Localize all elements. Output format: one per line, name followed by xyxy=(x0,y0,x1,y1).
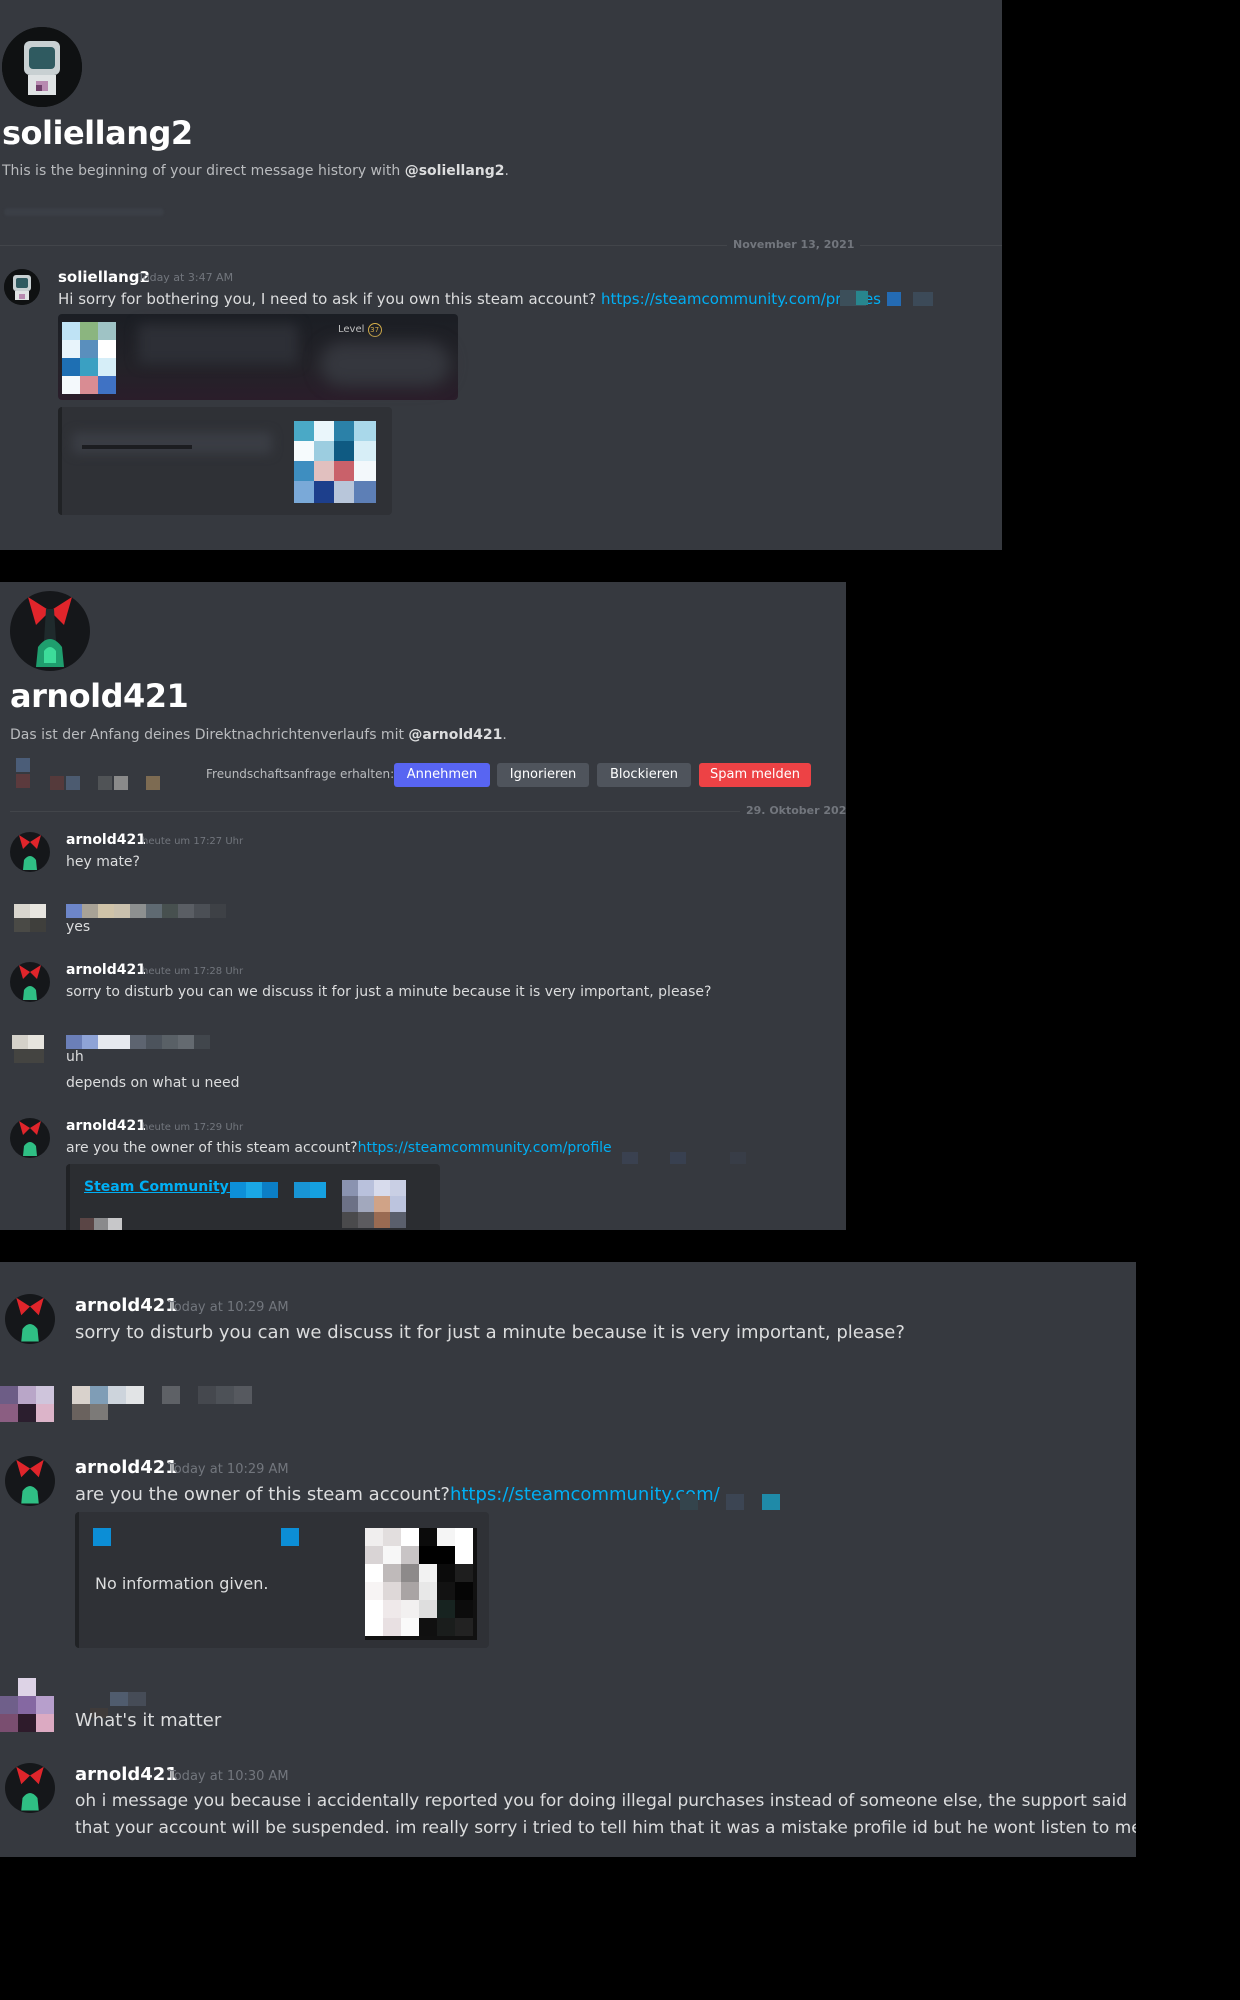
message-author[interactable]: arnold421 xyxy=(66,962,146,978)
level-label: Level 37 xyxy=(338,323,382,337)
redacted-user xyxy=(14,904,226,932)
ignore-button[interactable]: Ignorieren xyxy=(497,763,589,787)
message-author[interactable]: arnold421 xyxy=(75,1457,178,1478)
redacted-thumbnail xyxy=(342,1180,406,1228)
redacted-avatar xyxy=(62,322,116,394)
redacted-mutual xyxy=(16,758,160,790)
dragon-icon xyxy=(10,1118,50,1158)
level-badge: 37 xyxy=(367,323,382,337)
redacted-embed-title xyxy=(93,1528,299,1546)
message-avatar[interactable] xyxy=(10,1118,50,1158)
page-title: soliellang2 xyxy=(2,114,193,152)
dragon-icon xyxy=(5,1456,55,1506)
intro-text: This is the beginning of your direct mes… xyxy=(2,163,405,179)
level-text: Level xyxy=(338,324,365,335)
message-text: What's it matter xyxy=(75,1710,222,1731)
page-title: arnold421 xyxy=(10,677,189,715)
link-embed[interactable] xyxy=(58,407,392,515)
embed-title[interactable]: Steam Community :: xyxy=(84,1179,245,1195)
link-embed[interactable]: No information given. xyxy=(75,1512,489,1648)
message-text: uh xyxy=(66,1049,84,1065)
redacted-link-end xyxy=(795,290,940,306)
message-text: are you the owner of this steam account?… xyxy=(66,1140,612,1156)
message-avatar[interactable] xyxy=(4,269,40,305)
message-avatar[interactable] xyxy=(5,1294,55,1344)
message-author[interactable]: arnold421 xyxy=(66,1118,146,1134)
message-timestamp: Today at 10:30 AM xyxy=(168,1769,289,1784)
date-label: November 13, 2021 xyxy=(727,238,861,251)
date-label: 29. Oktober 2021 xyxy=(740,804,846,817)
redacted-footer xyxy=(80,1218,122,1230)
message-timestamp: heute um 17:29 Uhr xyxy=(142,1122,244,1133)
dragon-icon xyxy=(5,1294,55,1344)
intro-end: . xyxy=(502,727,507,743)
profile-avatar[interactable] xyxy=(10,591,90,671)
intro-text: Das ist der Anfang deines Direktnachrich… xyxy=(10,727,409,743)
message-author[interactable]: arnold421 xyxy=(75,1295,178,1316)
astronaut-icon xyxy=(4,269,40,305)
message-timestamp: heute um 17:27 Uhr xyxy=(142,836,244,847)
dragon-icon xyxy=(5,1763,55,1813)
embed-description: No information given. xyxy=(95,1574,269,1593)
friend-request-label: Freundschaftsanfrage erhalten: xyxy=(206,767,395,781)
dm-panel-arnold421-en: arnold421 Today at 10:29 AM sorry to dis… xyxy=(0,1262,1136,1857)
message-avatar[interactable] xyxy=(10,832,50,872)
message-body: are you the owner of this steam account? xyxy=(66,1140,358,1156)
message-text: sorry to disturb you can we discuss it f… xyxy=(75,1322,905,1343)
message-avatar[interactable] xyxy=(5,1456,55,1506)
redacted-title-end xyxy=(230,1182,326,1198)
redacted-bar xyxy=(82,445,192,449)
redacted-thumbnail xyxy=(365,1528,477,1640)
message-text-2: depends on what u need xyxy=(66,1075,240,1091)
dragon-icon xyxy=(10,591,90,671)
intro-mention: @soliellang2 xyxy=(404,163,505,179)
redacted-user xyxy=(0,1386,252,1422)
message-text-2: that your account will be suspended. im … xyxy=(75,1818,1136,1838)
report-spam-button[interactable]: Spam melden xyxy=(699,763,811,787)
intro-end: . xyxy=(504,163,509,179)
message-body: are you the owner of this steam account? xyxy=(75,1484,450,1505)
intro-mention: @arnold421 xyxy=(408,727,503,743)
date-divider xyxy=(10,811,836,812)
message-avatar[interactable] xyxy=(5,1763,55,1813)
message-text: Hi sorry for bothering you, I need to as… xyxy=(58,290,881,308)
steam-profile-embed[interactable]: Level 37 xyxy=(58,314,458,400)
message-text: yes xyxy=(66,919,91,935)
message-body: Hi sorry for bothering you, I need to as… xyxy=(58,290,601,308)
dm-intro: This is the beginning of your direct mes… xyxy=(2,163,509,179)
redacted-info xyxy=(320,342,450,386)
message-text: oh i message you because i accidentally … xyxy=(75,1791,1128,1811)
message-timestamp: Today at 10:29 AM xyxy=(168,1300,289,1315)
redacted-user xyxy=(12,1035,210,1063)
dm-panel-soliellang2: soliellang2 This is the beginning of you… xyxy=(0,0,1002,550)
block-button[interactable]: Blockieren xyxy=(597,763,691,787)
redacted-embed-text xyxy=(72,432,272,454)
message-author[interactable]: arnold421 xyxy=(66,832,146,848)
profile-avatar[interactable] xyxy=(2,27,82,107)
message-timestamp: heute um 17:28 Uhr xyxy=(142,966,244,977)
astronaut-icon xyxy=(2,27,82,107)
message-text: are you the owner of this steam account?… xyxy=(75,1484,720,1505)
accept-button[interactable]: Annehmen xyxy=(394,763,490,787)
message-author[interactable]: soliellang2 xyxy=(58,268,150,286)
dragon-icon xyxy=(10,832,50,872)
message-avatar[interactable] xyxy=(10,962,50,1002)
message-author[interactable]: arnold421 xyxy=(75,1764,178,1785)
dm-panel-arnold421-de: arnold421 Das ist der Anfang deines Dire… xyxy=(0,582,846,1230)
link-embed[interactable]: Steam Community :: xyxy=(66,1164,440,1230)
steam-link[interactable]: https://steamcommunity.com/profile xyxy=(358,1140,612,1156)
redacted-link-end xyxy=(680,1494,780,1510)
message-text: sorry to disturb you can we discuss it f… xyxy=(66,984,712,1000)
dm-intro: Das ist der Anfang deines Direktnachrich… xyxy=(10,727,507,743)
message-text: hey mate? xyxy=(66,854,140,870)
redacted-thumbnail xyxy=(294,421,376,503)
dragon-icon xyxy=(10,962,50,1002)
redacted-area xyxy=(4,208,164,216)
message-timestamp: Today at 3:47 AM xyxy=(138,271,234,284)
redacted-link-end xyxy=(622,1152,746,1164)
message-timestamp: Today at 10:29 AM xyxy=(168,1462,289,1477)
redacted-name xyxy=(138,324,298,364)
